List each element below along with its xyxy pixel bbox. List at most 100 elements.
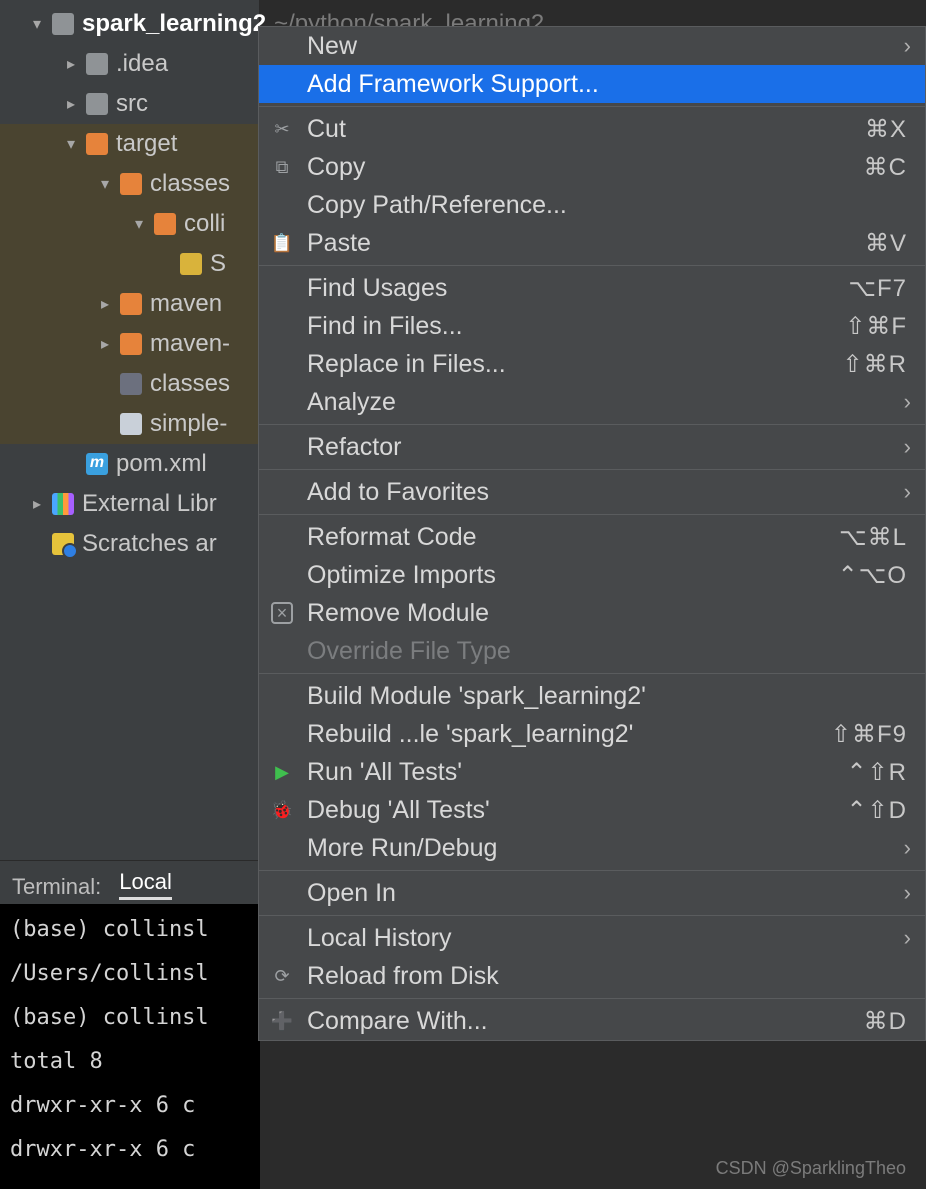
folder-icon (86, 53, 108, 75)
chevron-down-icon[interactable] (96, 175, 114, 193)
folder-icon (120, 333, 142, 355)
menu-item-find-in-files[interactable]: Find in Files...⇧⌘F (259, 307, 925, 345)
package-icon (154, 213, 176, 235)
menu-item-find-usages[interactable]: Find Usages⌥F7 (259, 269, 925, 307)
terminal-line: (base) collinsl (10, 908, 250, 952)
menu-item-shortcut: ⌃⇧D (834, 796, 907, 825)
tree-label: colli (184, 210, 225, 238)
project-folder-icon (52, 13, 74, 35)
menu-item-shortcut: ⌘C (852, 153, 907, 182)
remove-icon: × (271, 602, 293, 624)
menu-item-label: Remove Module (307, 599, 907, 628)
menu-item-new[interactable]: New› (259, 27, 925, 65)
chevron-right-icon[interactable] (96, 335, 114, 353)
paste-icon: 📋 (271, 232, 293, 254)
terminal-line: (base) collinsl (10, 996, 250, 1040)
menu-separator (259, 870, 925, 871)
chevron-down-icon[interactable] (130, 215, 148, 233)
menu-item-label: Add Framework Support... (307, 70, 907, 99)
tree-folder-maven2[interactable]: maven- (0, 324, 259, 364)
menu-item-label: Find in Files... (307, 312, 833, 341)
terminal-line: /Users/collinsl (10, 952, 250, 996)
chevron-right-icon[interactable] (62, 55, 80, 73)
tree-scratches[interactable]: Scratches ar (0, 524, 259, 564)
menu-item-open-in[interactable]: Open In› (259, 874, 925, 912)
scratches-icon (52, 533, 74, 555)
menu-item-label: More Run/Debug (307, 834, 907, 863)
menu-separator (259, 514, 925, 515)
libraries-icon (52, 493, 74, 515)
menu-item-analyze[interactable]: Analyze› (259, 383, 925, 421)
menu-item-label: Replace in Files... (307, 350, 831, 379)
chevron-down-icon[interactable] (28, 15, 46, 33)
menu-item-label: Compare With... (307, 1007, 852, 1036)
menu-item-copy-path-reference[interactable]: Copy Path/Reference... (259, 186, 925, 224)
menu-item-label: Paste (307, 229, 853, 258)
menu-item-run-all-tests[interactable]: ▶Run 'All Tests'⌃⇧R (259, 753, 925, 791)
menu-item-label: Rebuild ...le 'spark_learning2' (307, 720, 819, 749)
menu-item-reformat-code[interactable]: Reformat Code⌥⌘L (259, 518, 925, 556)
class-icon (180, 253, 202, 275)
terminal-tab-local[interactable]: Local (119, 869, 172, 900)
menu-item-refactor[interactable]: Refactor› (259, 428, 925, 466)
tree-folder-target[interactable]: target (0, 124, 259, 164)
menu-item-compare-with[interactable]: ➕Compare With...⌘D (259, 1002, 925, 1040)
menu-item-label: Reload from Disk (307, 962, 907, 991)
menu-item-paste[interactable]: 📋Paste⌘V (259, 224, 925, 262)
cut-icon: ✂ (271, 118, 293, 140)
tree-label: .idea (116, 50, 168, 78)
chevron-right-icon[interactable] (96, 295, 114, 313)
menu-item-remove-module[interactable]: × Remove Module (259, 594, 925, 632)
diff-icon: ➕ (271, 1010, 293, 1032)
terminal-header[interactable]: Terminal: Local (0, 860, 260, 904)
menu-separator (259, 998, 925, 999)
menu-item-more-run-debug[interactable]: More Run/Debug› (259, 829, 925, 867)
menu-item-local-history[interactable]: Local History› (259, 919, 925, 957)
tree-label: maven (150, 290, 222, 318)
terminal-title: Terminal: (12, 874, 101, 900)
chevron-right-icon[interactable] (28, 495, 46, 513)
menu-item-shortcut: ⌃⌥O (826, 561, 907, 590)
tree-file-simple[interactable]: simple- (0, 404, 259, 444)
menu-item-shortcut: ⌥⌘L (827, 523, 907, 552)
menu-item-cut[interactable]: ✂Cut⌘X (259, 110, 925, 148)
tree-folder-maven1[interactable]: maven (0, 284, 259, 324)
tree-label: S (210, 250, 226, 278)
tree-external-libraries[interactable]: External Libr (0, 484, 259, 524)
menu-item-label: Copy Path/Reference... (307, 191, 907, 220)
tree-root[interactable]: spark_learning2 ~/python/spark_learning2 (0, 4, 259, 44)
chevron-right-icon: › (904, 434, 911, 460)
menu-item-build-module-spark-learning2[interactable]: Build Module 'spark_learning2' (259, 677, 925, 715)
folder-icon (120, 293, 142, 315)
tree-folder-src[interactable]: src (0, 84, 259, 124)
menu-item-debug-all-tests[interactable]: 🐞Debug 'All Tests'⌃⇧D (259, 791, 925, 829)
tree-label: pom.xml (116, 450, 207, 478)
menu-item-reload-from-disk[interactable]: ⟳Reload from Disk (259, 957, 925, 995)
tree-root-label: spark_learning2 (82, 10, 266, 38)
project-tree[interactable]: spark_learning2 ~/python/spark_learning2… (0, 0, 260, 860)
terminal-line: drwxr-xr-x 6 c (10, 1128, 250, 1172)
menu-item-rebuild-le-spark-learning2[interactable]: Rebuild ...le 'spark_learning2'⇧⌘F9 (259, 715, 925, 753)
terminal-output[interactable]: (base) collinsl /Users/collinsl (base) c… (0, 904, 260, 1189)
menu-item-add-to-favorites[interactable]: Add to Favorites› (259, 473, 925, 511)
tree-folder-classes[interactable]: classes (0, 164, 259, 204)
tree-file-pom[interactable]: m pom.xml (0, 444, 259, 484)
menu-item-replace-in-files[interactable]: Replace in Files...⇧⌘R (259, 345, 925, 383)
file-icon (120, 373, 142, 395)
tree-class-file[interactable]: S (0, 244, 259, 284)
tree-label: target (116, 130, 177, 158)
tree-package[interactable]: colli (0, 204, 259, 244)
menu-item-copy[interactable]: ⧉Copy⌘C (259, 148, 925, 186)
menu-item-label: Override File Type (307, 637, 907, 666)
menu-separator (259, 673, 925, 674)
tree-folder-idea[interactable]: .idea (0, 44, 259, 84)
tree-label: External Libr (82, 490, 217, 518)
tree-file-classes[interactable]: classes (0, 364, 259, 404)
context-menu[interactable]: New› Add Framework Support... ✂Cut⌘X⧉Copy⌘… (258, 26, 926, 1041)
chevron-right-icon: › (904, 389, 911, 415)
menu-item-label: Add to Favorites (307, 478, 907, 507)
menu-item-optimize-imports[interactable]: Optimize Imports⌃⌥O (259, 556, 925, 594)
menu-item-add-framework-support[interactable]: Add Framework Support... (259, 65, 925, 103)
chevron-right-icon[interactable] (62, 95, 80, 113)
chevron-down-icon[interactable] (62, 135, 80, 153)
